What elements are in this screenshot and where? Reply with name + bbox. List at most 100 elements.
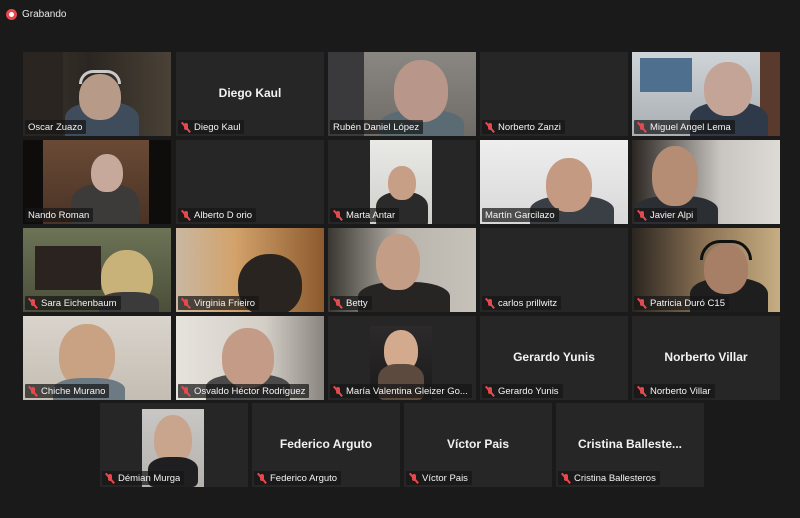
mic-off-icon: [181, 298, 191, 309]
mic-off-icon: [105, 473, 115, 484]
participant-display-name: Diego Kaul: [218, 86, 282, 100]
participant-nameplate: Betty: [330, 296, 372, 310]
mic-off-icon: [485, 122, 495, 133]
participant-name: Martín Garcilazo: [485, 209, 555, 221]
participant-display-name: Federico Arguto: [279, 437, 373, 451]
participant-tile-ruben-daniel-lopez[interactable]: Rubén Daniel López: [328, 52, 476, 136]
participant-name: Diego Kaul: [194, 121, 241, 133]
participant-name: carlos prillwitz: [498, 297, 558, 309]
participant-nameplate: Gerardo Yunis: [482, 384, 563, 398]
participant-name: Rubén Daniel López: [333, 121, 420, 133]
participant-name: Gerardo Yunis: [498, 385, 559, 397]
participant-tile-federico-arguto[interactable]: Federico Arguto Federico Arguto: [252, 403, 400, 487]
participant-name: Víctor Pais: [422, 472, 468, 484]
participant-name: Patricia Duró C15: [650, 297, 725, 309]
mic-off-icon: [181, 386, 191, 397]
participant-nameplate: Alberto D orio: [178, 208, 257, 222]
participant-tile-patricia-duro[interactable]: Patricia Duró C15: [632, 228, 780, 312]
mic-off-icon: [485, 298, 495, 309]
participant-tile-gerardo-yunis[interactable]: Gerardo Yunis Gerardo Yunis: [480, 316, 628, 400]
recording-dot-icon: [6, 8, 17, 20]
participant-tile-diego-kaul[interactable]: Diego Kaul Diego Kaul: [176, 52, 324, 136]
participant-tile-sara-eichenbaum[interactable]: Sara Eichenbaum: [23, 228, 171, 312]
participant-name: Nando Roman: [28, 209, 90, 221]
participant-tile-carlos-prillwitz[interactable]: carlos prillwitz: [480, 228, 628, 312]
participant-name: Chiche Murano: [41, 385, 106, 397]
participant-tile-marta-antar[interactable]: Marta Antar: [328, 140, 476, 224]
mic-off-icon: [637, 298, 647, 309]
participant-nameplate: Norberto Zanzi: [482, 120, 565, 134]
participant-name: Javier Alpi: [650, 209, 694, 221]
participant-nameplate: Javier Alpi: [634, 208, 698, 222]
participant-nameplate: Sara Eichenbaum: [25, 296, 121, 310]
mic-off-icon: [28, 386, 38, 397]
mic-off-icon: [485, 386, 495, 397]
participant-nameplate: Chiche Murano: [25, 384, 110, 398]
participant-nameplate: Víctor Pais: [406, 471, 472, 485]
mic-off-icon: [637, 210, 647, 221]
participant-nameplate: Nando Roman: [25, 208, 94, 222]
participant-tile-norberto-zanzi[interactable]: Norberto Zanzi: [480, 52, 628, 136]
mic-off-icon: [409, 473, 419, 484]
participant-tile-nando-roman[interactable]: Nando Roman: [23, 140, 171, 224]
participant-nameplate: Démian Murga: [102, 471, 185, 485]
recording-label: Grabando: [22, 8, 67, 20]
participant-name: Betty: [346, 297, 368, 309]
participant-tile-alberto-d-orio[interactable]: Alberto D orio: [176, 140, 324, 224]
participant-name: Federico Arguto: [270, 472, 338, 484]
participant-tile-chiche-murano[interactable]: Chiche Murano: [23, 316, 171, 400]
participant-nameplate: carlos prillwitz: [482, 296, 562, 310]
participant-tile-virginia-frieiro[interactable]: Virginia Frieiro: [176, 228, 324, 312]
mic-off-icon: [181, 210, 191, 221]
mic-off-icon: [28, 298, 38, 309]
participant-tile-oscar-zuazo[interactable]: Oscar Zuazo: [23, 52, 171, 136]
participant-display-name: Gerardo Yunis: [513, 350, 595, 364]
participant-tile-betty[interactable]: Betty: [328, 228, 476, 312]
mic-off-icon: [561, 473, 571, 484]
participant-tile-javier-alpi[interactable]: Javier Alpi: [632, 140, 780, 224]
participant-name: Sara Eichenbaum: [41, 297, 117, 309]
participant-name: Alberto D orio: [194, 209, 253, 221]
participant-name: Norberto Zanzi: [498, 121, 561, 133]
participant-tile-cristina-ballesteros[interactable]: Cristina Balleste... Cristina Ballestero…: [556, 403, 704, 487]
participant-nameplate: Miguel Angel Lema: [634, 120, 735, 134]
participant-nameplate: Norberto Villar: [634, 384, 715, 398]
participant-name: Oscar Zuazo: [28, 121, 83, 133]
mic-off-icon: [637, 386, 647, 397]
mic-off-icon: [257, 473, 267, 484]
participant-name: Osvaldo Héctor Rodriguez: [194, 385, 306, 397]
participant-tile-victor-pais[interactable]: Víctor Pais Víctor Pais: [404, 403, 552, 487]
participant-display-name: Víctor Pais: [446, 437, 510, 451]
mic-off-icon: [333, 386, 343, 397]
participant-tile-maria-valentina-gleizer[interactable]: María Valentina Gleizer Go...: [328, 316, 476, 400]
mic-off-icon: [181, 122, 191, 133]
participant-nameplate: Cristina Ballesteros: [558, 471, 660, 485]
participant-nameplate: Rubén Daniel López: [330, 120, 424, 134]
mic-off-icon: [333, 210, 343, 221]
participant-nameplate: Marta Antar: [330, 208, 400, 222]
participant-name: María Valentina Gleizer Go...: [346, 385, 468, 397]
participant-name: Miguel Angel Lema: [650, 121, 731, 133]
participant-tile-martin-garcilazo[interactable]: Martín Garcilazo: [480, 140, 628, 224]
participant-name: Virginia Frieiro: [194, 297, 256, 309]
participant-tile-miguel-angel-lema[interactable]: Miguel Angel Lema: [632, 52, 780, 136]
participant-name: Norberto Villar: [650, 385, 711, 397]
participant-display-name: Norberto Villar: [664, 350, 748, 364]
participant-nameplate: Federico Arguto: [254, 471, 342, 485]
participant-nameplate: Diego Kaul: [178, 120, 245, 134]
mic-off-icon: [637, 122, 647, 133]
participant-nameplate: Osvaldo Héctor Rodriguez: [178, 384, 310, 398]
participant-name: Démian Murga: [118, 472, 181, 484]
participant-nameplate: María Valentina Gleizer Go...: [330, 384, 472, 398]
participant-nameplate: Martín Garcilazo: [482, 208, 559, 222]
participant-tile-norberto-villar[interactable]: Norberto Villar Norberto Villar: [632, 316, 780, 400]
participant-tile-osvaldo-hector-rodriguez[interactable]: Osvaldo Héctor Rodriguez: [176, 316, 324, 400]
participant-name: Cristina Ballesteros: [574, 472, 656, 484]
recording-indicator[interactable]: Grabando: [6, 6, 66, 22]
participant-name: Marta Antar: [346, 209, 396, 221]
participant-nameplate: Patricia Duró C15: [634, 296, 729, 310]
participant-tile-demian-murga[interactable]: Démian Murga: [100, 403, 248, 487]
participant-display-name: Cristina Balleste...: [577, 437, 683, 451]
participant-nameplate: Virginia Frieiro: [178, 296, 260, 310]
participant-nameplate: Oscar Zuazo: [25, 120, 87, 134]
